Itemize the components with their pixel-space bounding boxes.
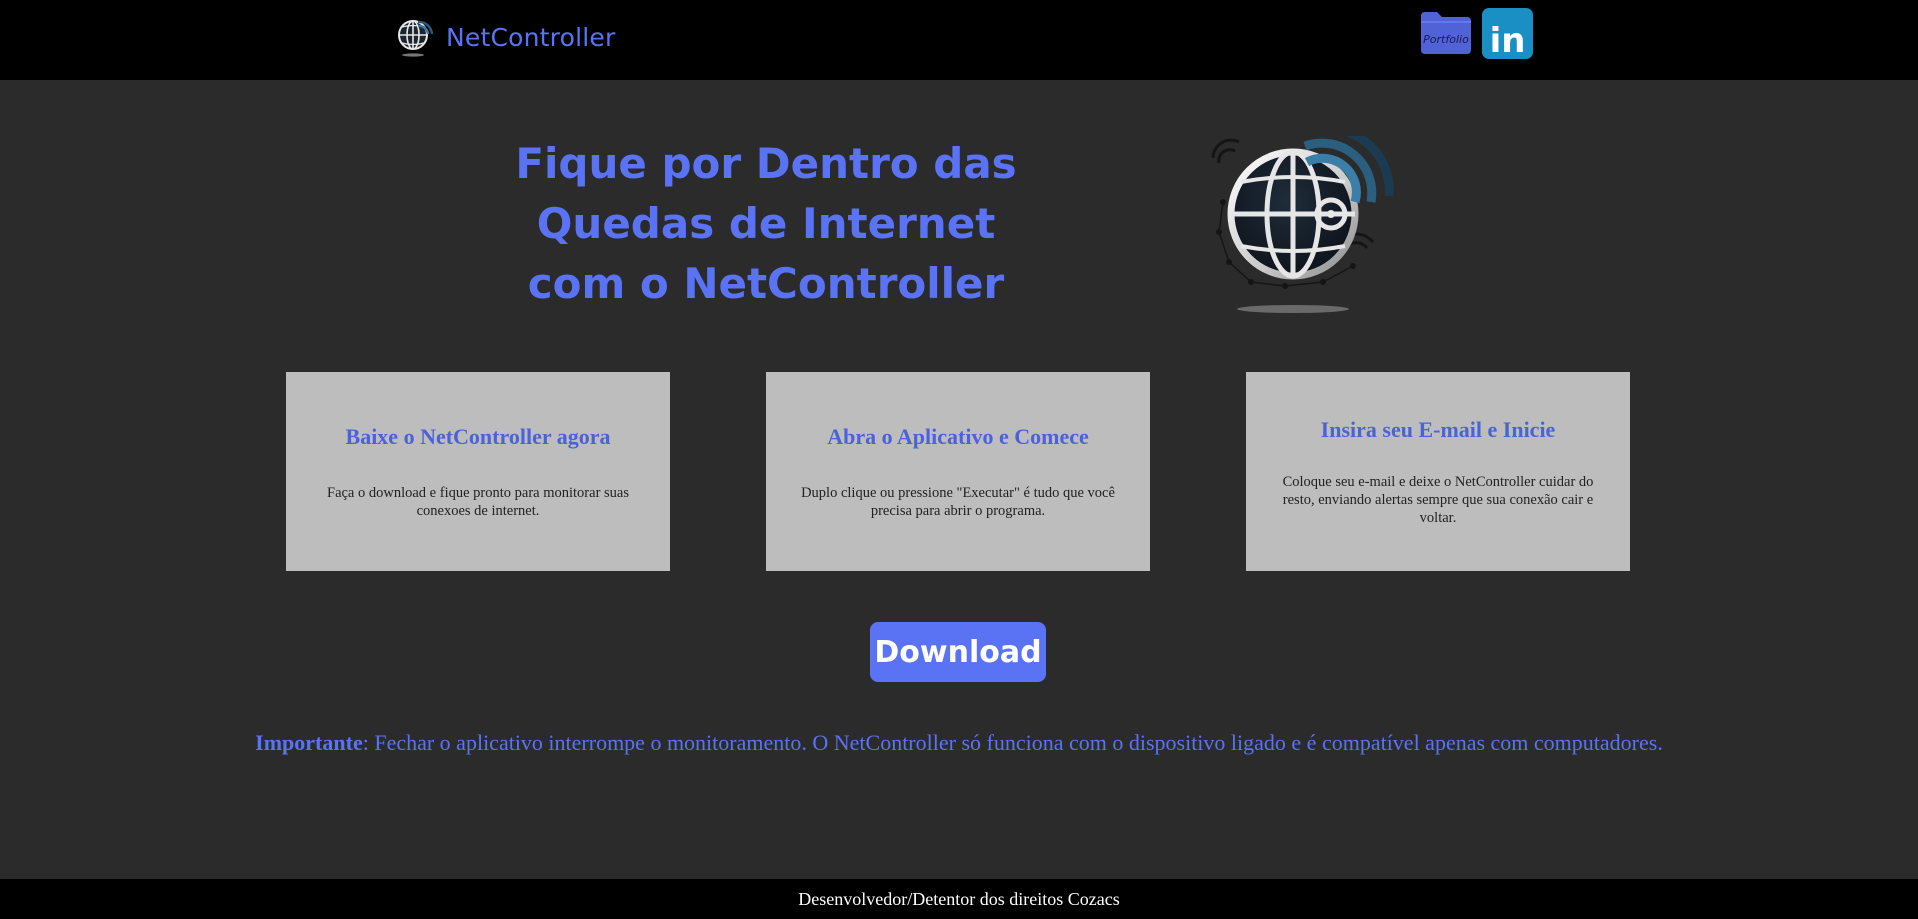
top-navbar: NetController Portfolio in bbox=[0, 0, 1918, 80]
globe-wifi-icon bbox=[398, 20, 434, 57]
card-title: Insira seu E-mail e Inicie bbox=[1320, 416, 1556, 442]
notice-label: Importante bbox=[255, 730, 363, 755]
svg-text:in: in bbox=[1490, 21, 1526, 59]
card-open-app: Abra o Aplicativo e Comece Duplo clique … bbox=[766, 372, 1150, 571]
notice-text: : Fechar o aplicativo interrompe o monit… bbox=[362, 730, 1663, 755]
important-notice: Importante: Fechar o aplicativo interrom… bbox=[0, 730, 1918, 756]
folder-icon: Portfolio bbox=[1421, 12, 1471, 54]
brand-link[interactable]: NetController bbox=[394, 14, 615, 60]
card-text: Coloque seu e-mail e deixe o NetControll… bbox=[1282, 473, 1594, 526]
footer-text: Desenvolvedor/Detentor dos direitos Coza… bbox=[798, 889, 1120, 909]
svg-text:Portfolio: Portfolio bbox=[1423, 33, 1469, 46]
card-text: Faça o download e fique pronto para moni… bbox=[327, 484, 629, 519]
footer: Desenvolvedor/Detentor dos direitos Coza… bbox=[0, 879, 1918, 919]
download-button[interactable]: Download bbox=[870, 622, 1046, 682]
card-title: Baixe o NetController agora bbox=[345, 423, 611, 449]
card-title: Abra o Aplicativo e Comece bbox=[827, 423, 1089, 449]
card-download: Baixe o NetController agora Faça o downl… bbox=[286, 372, 670, 571]
linkedin-link[interactable]: in bbox=[1482, 8, 1533, 61]
brand-name: NetController bbox=[446, 22, 616, 52]
card-text: Duplo clique ou pressione "Executar" é t… bbox=[801, 484, 1115, 519]
globe-wifi-icon bbox=[1211, 136, 1394, 313]
portfolio-link[interactable]: Portfolio bbox=[1419, 8, 1473, 56]
linkedin-icon: in bbox=[1482, 8, 1533, 61]
hero-title: Fique por Dentro das Quedas de Internet … bbox=[515, 139, 1017, 308]
card-insert-email: Insira seu E-mail e Inicie Coloque seu e… bbox=[1246, 372, 1630, 571]
